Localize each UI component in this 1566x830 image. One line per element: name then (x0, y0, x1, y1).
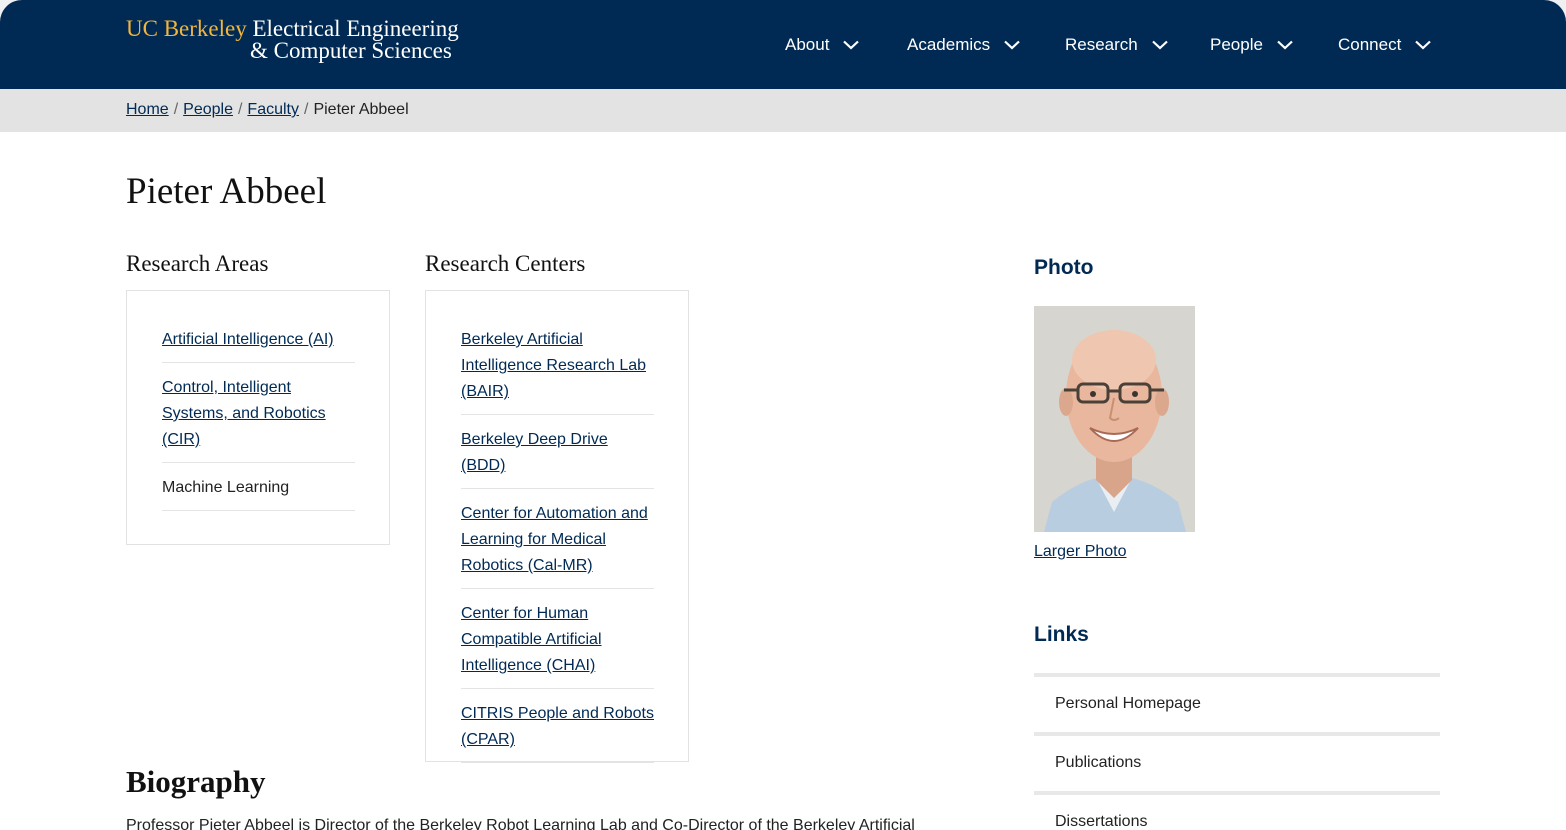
nav-label: Connect (1338, 35, 1402, 54)
link-dissertations[interactable]: Dissertations (1034, 791, 1440, 830)
list-item: Machine Learning (162, 472, 355, 511)
center-bdd-link[interactable]: Berkeley Deep Drive (BDD) (461, 431, 608, 474)
center-chai-link[interactable]: Center for Human Compatible Artificial I… (461, 605, 602, 674)
chevron-down-icon (1152, 40, 1168, 50)
breadcrumb-separator: / (173, 101, 179, 118)
nav-label: Research (1065, 35, 1138, 54)
nav-about[interactable]: About (785, 33, 860, 57)
site-header: UC Berkeley Electrical Engineering & Com… (0, 0, 1566, 89)
list-item: CITRIS People and Robots (CPAR) (461, 698, 654, 763)
breadcrumb-bar: Home / People / Faculty / Pieter Abbeel (0, 89, 1566, 132)
breadcrumb-separator: / (237, 101, 243, 118)
link-personal-homepage[interactable]: Personal Homepage (1034, 673, 1440, 732)
research-area-ai-link[interactable]: Artificial Intelligence (AI) (162, 331, 334, 348)
portrait-image (1034, 306, 1195, 532)
nav-connect[interactable]: Connect (1338, 33, 1432, 57)
logo-uc-berkeley: UC Berkeley (126, 16, 247, 41)
page-title: Pieter Abbeel (126, 171, 327, 212)
breadcrumb-people[interactable]: People (183, 101, 233, 118)
list-item: Artificial Intelligence (AI) (162, 324, 355, 363)
breadcrumb-faculty[interactable]: Faculty (247, 101, 299, 118)
nav-people[interactable]: People (1210, 33, 1293, 57)
site-logo[interactable]: UC Berkeley Electrical Engineering & Com… (126, 16, 459, 63)
list-item: Center for Human Compatible Artificial I… (461, 598, 654, 689)
research-areas-box: Artificial Intelligence (AI) Control, In… (126, 290, 390, 545)
chevron-down-icon (1415, 40, 1432, 50)
photo-heading: Photo (1034, 256, 1094, 279)
research-centers-heading: Research Centers (425, 251, 586, 276)
breadcrumb-home[interactable]: Home (126, 101, 169, 118)
nav-label: People (1210, 35, 1263, 54)
research-area-ml: Machine Learning (162, 479, 290, 496)
logo-dept-line2: & Computer Sciences (250, 38, 452, 63)
nav-academics[interactable]: Academics (907, 33, 1020, 57)
breadcrumb: Home / People / Faculty / Pieter Abbeel (126, 101, 409, 119)
research-centers-box: Berkeley Artificial Intelligence Researc… (425, 290, 689, 763)
biography-heading: Biography (126, 764, 266, 799)
biography-text: Professor Pieter Abbeel is Director of t… (126, 817, 915, 830)
nav-label: Academics (907, 35, 991, 54)
center-cpar-link[interactable]: CITRIS People and Robots (CPAR) (461, 705, 654, 748)
research-area-cir-link[interactable]: Control, Intelligent Systems, and Roboti… (162, 379, 326, 448)
nav-research[interactable]: Research (1065, 33, 1168, 57)
list-item: Control, Intelligent Systems, and Roboti… (162, 372, 355, 463)
larger-photo-link[interactable]: Larger Photo (1034, 543, 1127, 561)
research-areas-list: Artificial Intelligence (AI) Control, In… (162, 324, 355, 520)
center-calmr-link[interactable]: Center for Automation and Learning for M… (461, 505, 648, 574)
research-centers-list: Berkeley Artificial Intelligence Researc… (461, 324, 654, 772)
list-item: Berkeley Deep Drive (BDD) (461, 424, 654, 489)
breadcrumb-separator: / (304, 101, 309, 118)
links-list: Personal Homepage Publications Dissertat… (1034, 673, 1440, 830)
chevron-down-icon (843, 40, 860, 50)
research-areas-heading: Research Areas (126, 251, 269, 276)
chevron-down-icon (1004, 40, 1020, 50)
breadcrumb-current: Pieter Abbeel (313, 101, 409, 118)
faculty-photo (1034, 306, 1195, 532)
list-item: Center for Automation and Learning for M… (461, 498, 654, 589)
nav-label: About (785, 35, 830, 54)
list-item: Berkeley Artificial Intelligence Researc… (461, 324, 654, 415)
center-bair-link[interactable]: Berkeley Artificial Intelligence Researc… (461, 331, 646, 400)
page: UC Berkeley Electrical Engineering & Com… (0, 0, 1566, 830)
link-publications[interactable]: Publications (1034, 732, 1440, 791)
chevron-down-icon (1277, 40, 1293, 50)
links-heading: Links (1034, 623, 1089, 646)
